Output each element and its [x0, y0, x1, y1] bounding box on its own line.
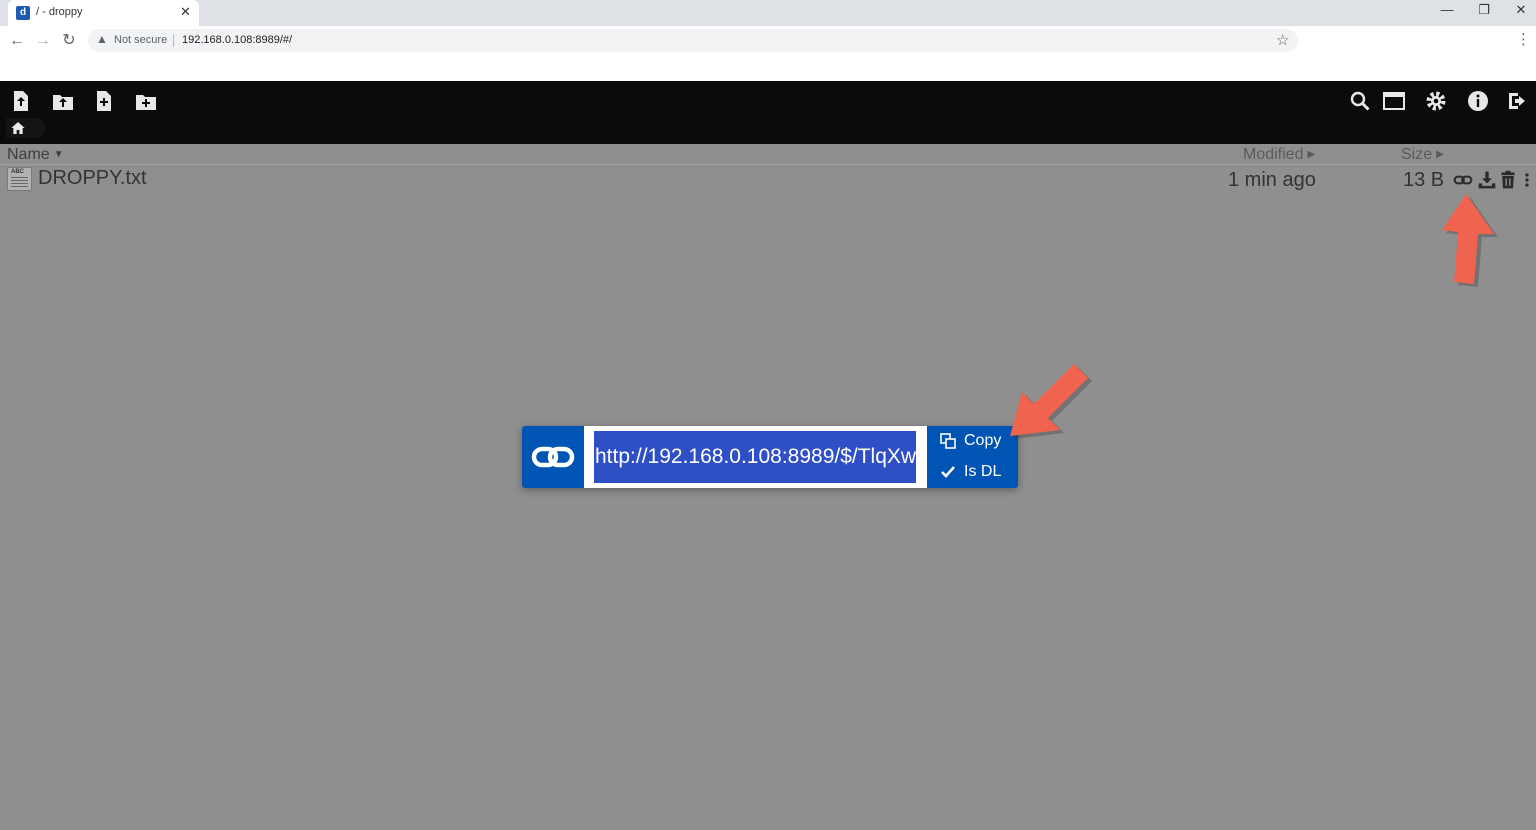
list-header: Name ▼ Modified ▶ Size ▶: [0, 144, 1536, 165]
file-modified: 1 min ago: [1228, 169, 1316, 191]
link-icon: [530, 437, 576, 477]
download-icon[interactable]: [1477, 170, 1497, 190]
forward-icon[interactable]: →: [32, 30, 54, 52]
sort-right-icon: ▶: [1436, 149, 1444, 160]
copy-label: Copy: [964, 432, 1002, 449]
screen: d / - droppy ✕ — ❐ ✕ ← → ↻ ▲ Not secure …: [0, 0, 1536, 830]
reload-icon[interactable]: ↻: [58, 30, 80, 52]
file-row[interactable]: ABC DROPPY.txt 1 min ago 13 B: [0, 165, 1536, 193]
back-icon[interactable]: ←: [6, 30, 28, 52]
more-menu-icon[interactable]: [1520, 170, 1534, 190]
bookmark-bar: [0, 55, 1536, 81]
view-toggle-icon[interactable]: [1382, 89, 1406, 113]
logout-icon[interactable]: [1506, 89, 1530, 113]
copy-icon: [940, 433, 956, 449]
sort-right-icon: ▶: [1307, 149, 1316, 160]
restore-icon[interactable]: ❐: [1469, 2, 1499, 18]
app-header: [0, 81, 1536, 144]
breadcrumb: [0, 114, 55, 140]
share-link-icon[interactable]: [1453, 170, 1473, 190]
settings-icon[interactable]: [1424, 89, 1448, 113]
home-icon: [11, 122, 25, 134]
address-bar[interactable]: ▲ Not secure 192.168.0.108:8989/#/ ☆: [88, 29, 1298, 52]
column-modified[interactable]: Modified ▶: [1243, 146, 1315, 164]
upload-file-icon[interactable]: [9, 89, 33, 113]
droppy-favicon-icon: d: [16, 6, 30, 20]
new-file-icon[interactable]: [92, 89, 116, 113]
delete-icon[interactable]: [1498, 170, 1518, 190]
share-link-input[interactable]: http://192.168.0.108:8989/$/TlqXw: [594, 431, 916, 483]
browser-menu-icon[interactable]: ⋮: [1516, 30, 1531, 48]
url-text[interactable]: 192.168.0.108:8989/#/: [182, 34, 292, 46]
new-folder-icon[interactable]: [134, 89, 158, 113]
text-file-icon: ABC: [7, 167, 32, 191]
browser-tab[interactable]: d / - droppy ✕: [8, 0, 199, 26]
tab-title: / - droppy: [36, 6, 83, 18]
is-dl-label: Is DL: [964, 463, 1002, 480]
file-name[interactable]: DROPPY.txt: [38, 167, 147, 190]
warning-icon: ▲: [96, 32, 108, 46]
upload-folder-icon[interactable]: [51, 89, 75, 113]
breadcrumb-home[interactable]: [6, 118, 46, 138]
security-label[interactable]: Not secure: [114, 34, 167, 46]
file-size: 13 B: [1403, 169, 1445, 191]
browser-toolbar: ← → ↻ ▲ Not secure 192.168.0.108:8989/#/…: [0, 26, 1536, 55]
close-window-icon[interactable]: ✕: [1506, 2, 1536, 18]
column-name[interactable]: Name ▼: [7, 146, 64, 164]
is-dl-toggle[interactable]: Is DL: [934, 459, 1014, 485]
bookmark-star-icon[interactable]: ☆: [1276, 31, 1289, 49]
info-icon[interactable]: [1466, 89, 1490, 113]
sort-down-icon: ▼: [53, 149, 64, 160]
column-size[interactable]: Size ▶: [1401, 146, 1444, 164]
tab-close-icon[interactable]: ✕: [180, 4, 191, 20]
checkmark-icon: [941, 466, 955, 478]
copy-button[interactable]: Copy: [934, 428, 1014, 454]
share-link-field-wrap: http://192.168.0.108:8989/$/TlqXw: [584, 426, 927, 488]
minimize-icon[interactable]: —: [1432, 2, 1462, 17]
omnibox-divider: [173, 34, 174, 47]
browser-tabstrip: d / - droppy ✕ — ❐ ✕: [0, 0, 1536, 26]
share-link-popup: http://192.168.0.108:8989/$/TlqXw Copy I…: [522, 426, 1018, 488]
search-icon[interactable]: [1348, 89, 1372, 113]
